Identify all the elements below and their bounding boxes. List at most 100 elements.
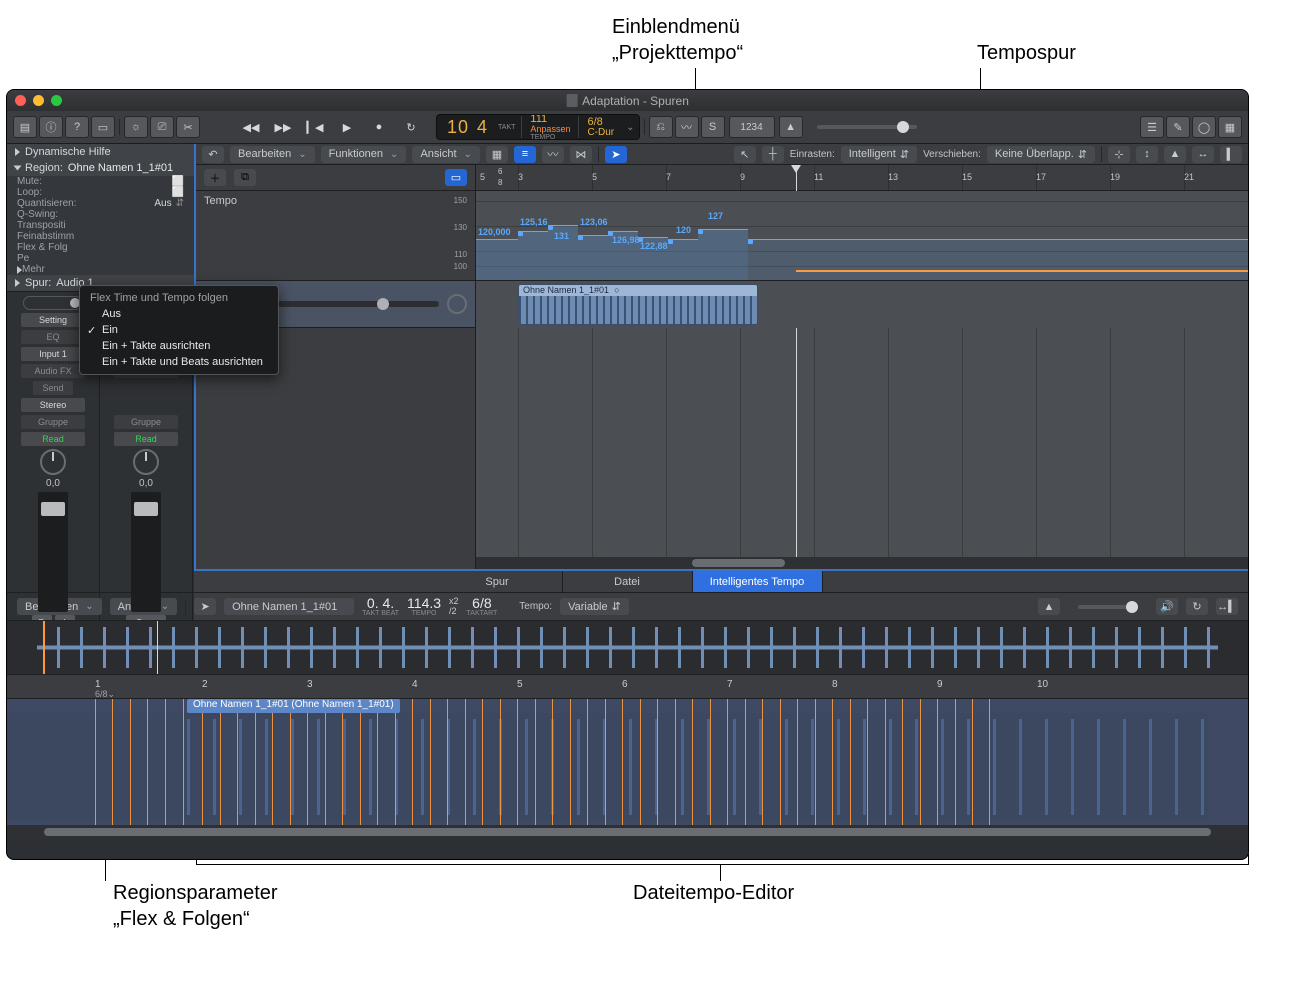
automation-mode[interactable]: Read (114, 432, 178, 446)
solo-button[interactable]: S (701, 116, 725, 138)
notes-button[interactable]: ✎ (1166, 116, 1190, 138)
preview-volume[interactable] (1078, 605, 1138, 609)
lcd-signature[interactable]: 6/8 (587, 117, 614, 128)
send-slot[interactable]: Send (33, 381, 73, 395)
metronome-icon[interactable]: ▲ (1038, 598, 1060, 615)
inspector-button[interactable]: ⓘ (39, 116, 63, 138)
catch-icon[interactable]: ➤ (605, 146, 627, 163)
setting-slot[interactable]: Setting (21, 313, 85, 327)
count-in-button[interactable]: 1234 (729, 116, 775, 138)
library-button[interactable]: ▤ (13, 116, 37, 138)
hzoom-icon[interactable]: ↔▍ (1216, 598, 1238, 615)
menu-item-ein[interactable]: Ein (80, 322, 278, 338)
lcd-bpm[interactable]: 111 (530, 114, 570, 125)
grid-icon[interactable]: ▦ (486, 146, 508, 163)
close-icon[interactable] (15, 95, 26, 106)
tab-spur[interactable]: Spur (433, 571, 563, 592)
browser-button[interactable]: ▦ (1218, 116, 1242, 138)
list-editors-button[interactable]: ☰ (1140, 116, 1164, 138)
hzoom2-icon[interactable]: ▍ (1220, 146, 1242, 163)
track-pan-knob[interactable] (447, 294, 467, 314)
menu-item-bars-beats[interactable]: Ein + Takte und Beats ausrichten (80, 354, 278, 370)
view-menu[interactable]: Ansicht (412, 146, 479, 163)
duplicate-track-button[interactable]: ⧉ (234, 169, 256, 186)
view-mode-icon[interactable]: ≡ (514, 146, 536, 163)
editor-position[interactable]: 0. 4. (367, 596, 394, 610)
vzoom-icon[interactable]: ↕ (1136, 146, 1158, 163)
tempo-div2[interactable]: /2 (449, 607, 459, 617)
lcd-beat[interactable]: 4 (477, 117, 488, 138)
waveform-zoom-icon[interactable]: ⊹ (1108, 146, 1130, 163)
audio-region[interactable]: Ohne Namen 1_1#01 ○ (518, 284, 758, 325)
tempo-mode-select[interactable]: Variable ⇵ (560, 598, 629, 615)
record-button[interactable]: ● (364, 116, 394, 138)
tab-intelligentes-tempo[interactable]: Intelligentes Tempo (693, 571, 823, 592)
editor-region-name[interactable]: Ohne Namen 1_1#01 (224, 598, 354, 615)
vzoom2-icon[interactable]: ▲ (1164, 146, 1186, 163)
toolbar-button[interactable]: ▭ (91, 116, 115, 138)
track-volume-slider[interactable] (263, 301, 439, 307)
catch-icon[interactable]: ➤ (194, 598, 216, 615)
autopunch-button[interactable]: 〰 (675, 116, 699, 138)
editors-button[interactable]: ✂ (176, 116, 200, 138)
catch-playhead-icon[interactable]: ▭ (445, 169, 467, 186)
eq-slot[interactable]: EQ (21, 330, 85, 344)
flex-follow-row[interactable]: Flex & Folg (7, 242, 194, 253)
volume-fader[interactable] (131, 492, 161, 612)
lcd-key[interactable]: C-Dur (587, 128, 614, 138)
cycle-button[interactable]: ↻ (396, 116, 426, 138)
functions-menu[interactable]: Funktionen (321, 146, 407, 163)
automation-icon[interactable]: 〰 (542, 146, 564, 163)
edit-menu[interactable]: Bearbeiten (230, 146, 315, 163)
overview-waveform[interactable] (7, 621, 1248, 675)
master-volume-slider[interactable] (817, 125, 917, 129)
tempo-lane[interactable]: 120,000 125,16 131 123,06 126,98 122,88 … (476, 191, 1248, 281)
editor-ruler[interactable]: 1 6/8⌄ 2 3 4 5 6 7 8 9 10 (7, 675, 1248, 699)
project-tempo-mode[interactable]: Anpassen (530, 125, 570, 134)
lcd-takt[interactable]: 10 (447, 117, 469, 138)
pan-knob[interactable] (40, 449, 66, 475)
tab-datei[interactable]: Datei (563, 571, 693, 592)
minimize-icon[interactable] (33, 95, 44, 106)
drag-mode[interactable]: Keine Überlapp. ⇵ (987, 146, 1095, 163)
group-slot[interactable]: Gruppe (114, 415, 178, 429)
lcd-display[interactable]: 10 4 TAKT 111 Anpassen TEMPO 6/8 C-Dur ⌄ (436, 114, 640, 140)
smart-controls-button[interactable]: ☼ (124, 116, 148, 138)
audiofx-slot[interactable]: Audio FX (21, 364, 85, 378)
arrange-grid[interactable]: 5 6 8 3 5 7 9 11 13 15 17 19 21 23 (476, 165, 1248, 569)
quantize-row[interactable]: Quantisieren:Aus⇵ (7, 198, 194, 209)
cycle-icon[interactable]: ↻ (1186, 598, 1208, 615)
add-track-button[interactable]: ＋ (204, 169, 226, 186)
back-button[interactable]: ↶ (202, 146, 224, 163)
editor-h-scrollbar[interactable] (7, 825, 1248, 839)
more-row[interactable]: Mehr (7, 264, 194, 275)
editor-signature[interactable]: 6/8 (472, 596, 491, 610)
replace-button[interactable]: ⎌ (649, 116, 673, 138)
play-button[interactable]: ▶ (332, 116, 362, 138)
editor-bpm[interactable]: 114.3 (407, 596, 441, 610)
menu-item-bars[interactable]: Ein + Takte ausrichten (80, 338, 278, 354)
automation-mode[interactable]: Read (21, 432, 85, 446)
h-scrollbar[interactable] (476, 557, 1248, 569)
snap-mode[interactable]: Intelligent ⇵ (841, 146, 917, 163)
marquee-tool[interactable]: ┼ (762, 146, 784, 163)
loops-button[interactable]: ◯ (1192, 116, 1216, 138)
track-lane[interactable]: Ohne Namen 1_1#01 ○ (476, 281, 1248, 328)
dynamic-help-header[interactable]: Dynamische Hilfe (7, 144, 194, 160)
metronome-button[interactable]: ▲ (779, 116, 803, 138)
flex-icon[interactable]: ⋈ (570, 146, 592, 163)
region-header[interactable]: Region: Ohne Namen 1_1#01 (7, 160, 194, 176)
forward-button[interactable]: ▶▶ (268, 116, 298, 138)
input-slot[interactable]: Input 1 (21, 347, 85, 361)
go-to-start-button[interactable]: ▎◀ (300, 116, 330, 138)
menu-item-aus[interactable]: Aus (80, 306, 278, 322)
volume-fader[interactable] (38, 492, 68, 612)
rewind-button[interactable]: ◀◀ (236, 116, 266, 138)
tempo-track-header[interactable]: Tempo 150 130 110 100 (196, 191, 475, 281)
speaker-icon[interactable]: 🔊 (1156, 598, 1178, 615)
editor-lane[interactable]: Ohne Namen 1_1#01 (Ohne Namen 1_1#01) 10… (7, 699, 1248, 825)
stereo-out-slot[interactable]: Stereo (21, 398, 85, 412)
hzoom-icon[interactable]: ↔ (1192, 146, 1214, 163)
mixer-button[interactable]: ⎚ (150, 116, 174, 138)
group-slot[interactable]: Gruppe (21, 415, 85, 429)
